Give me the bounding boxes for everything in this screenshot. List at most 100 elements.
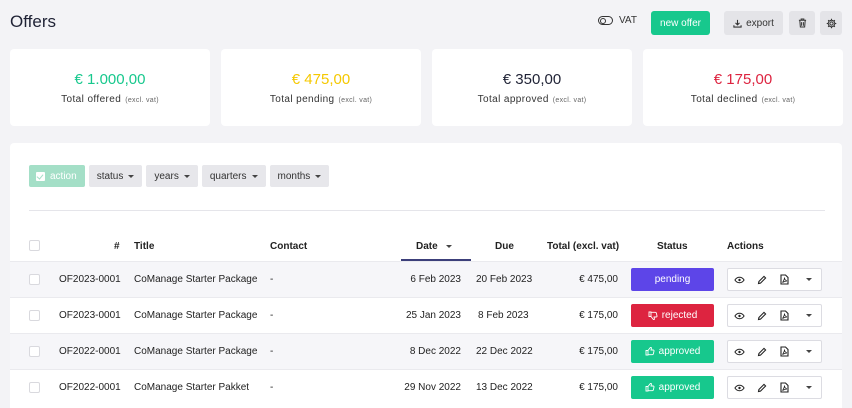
eye-icon xyxy=(733,384,745,392)
years-filter-label: years xyxy=(154,170,179,182)
status-label: approved xyxy=(658,382,701,393)
offer-due: 8 Feb 2023 xyxy=(478,310,529,321)
view-button[interactable] xyxy=(727,376,751,399)
row-checkbox[interactable] xyxy=(29,274,40,285)
trash-icon xyxy=(798,18,807,28)
total-offered-card: € 1.000,00 Total offered (excl. vat) xyxy=(10,49,210,126)
total-approved-card: € 350,00 Total approved (excl. vat) xyxy=(432,49,632,126)
years-filter-dropdown[interactable]: years xyxy=(146,165,198,187)
pdf-file-icon xyxy=(780,346,789,357)
card-label: Total offered (excl. vat) xyxy=(10,94,210,105)
pencil-icon xyxy=(757,275,767,285)
offer-number[interactable]: OF2023-0001 xyxy=(59,274,121,285)
card-value: € 475,00 xyxy=(291,71,351,88)
action-filter-button[interactable]: action xyxy=(29,165,85,187)
offer-total: € 175,00 xyxy=(579,346,618,357)
vat-label: VAT xyxy=(619,15,637,26)
column-number[interactable]: # xyxy=(114,241,120,252)
export-button[interactable]: export xyxy=(724,11,783,35)
status-badge[interactable]: pending xyxy=(631,268,714,291)
edit-button[interactable] xyxy=(750,304,774,327)
pdf-file-icon xyxy=(780,310,789,321)
select-all-checkbox[interactable] xyxy=(29,240,40,251)
offer-number[interactable]: OF2023-0001 xyxy=(59,310,121,321)
edit-button[interactable] xyxy=(750,268,774,291)
settings-button[interactable] xyxy=(820,11,842,35)
delete-button[interactable] xyxy=(789,11,815,35)
table-row[interactable]: OF2022-0001 CoManage Starter Pakket - 29… xyxy=(10,369,842,405)
quarters-filter-label: quarters xyxy=(209,170,247,182)
page-header: Offers VAT new offer export xyxy=(0,0,852,46)
card-label: Total pending (excl. vat) xyxy=(221,94,421,105)
table-row[interactable]: OF2022-0001 CoManage Starter Package - 8… xyxy=(10,333,842,369)
download-icon xyxy=(733,19,742,28)
row-checkbox[interactable] xyxy=(29,346,40,357)
offer-date: 29 Nov 2022 xyxy=(404,382,461,393)
offer-title[interactable]: CoManage Starter Package xyxy=(134,346,257,357)
edit-button[interactable] xyxy=(750,340,774,363)
more-actions-dropdown[interactable] xyxy=(796,376,822,399)
status-badge[interactable]: approved xyxy=(631,376,714,399)
thumbs-down-icon xyxy=(648,311,658,320)
more-actions-dropdown[interactable] xyxy=(796,268,822,291)
pdf-button[interactable] xyxy=(773,304,797,327)
card-label-text: Total pending xyxy=(269,94,335,105)
quarters-filter-dropdown[interactable]: quarters xyxy=(201,165,266,187)
card-label: Total approved (excl. vat) xyxy=(432,94,632,105)
gear-icon xyxy=(826,18,837,29)
column-date[interactable]: Date xyxy=(416,241,452,252)
row-checkbox[interactable] xyxy=(29,310,40,321)
column-title[interactable]: Title xyxy=(134,241,154,252)
status-label: pending xyxy=(654,274,691,285)
thumbs-up-icon xyxy=(645,347,655,356)
column-status[interactable]: Status xyxy=(657,241,688,252)
column-contact[interactable]: Contact xyxy=(270,241,307,252)
more-actions-dropdown[interactable] xyxy=(796,304,822,327)
view-button[interactable] xyxy=(727,268,751,291)
status-filter-dropdown[interactable]: status xyxy=(88,165,143,187)
card-label-note: (excl. vat) xyxy=(125,97,159,104)
status-badge[interactable]: rejected xyxy=(631,304,714,327)
offer-number[interactable]: OF2022-0001 xyxy=(59,382,121,393)
status-label: approved xyxy=(658,346,701,357)
view-button[interactable] xyxy=(727,340,751,363)
pencil-icon xyxy=(757,383,767,393)
caret-down-icon xyxy=(805,278,812,281)
offer-title[interactable]: CoManage Starter Pakket xyxy=(134,382,249,393)
view-button[interactable] xyxy=(727,304,751,327)
divider xyxy=(29,210,825,211)
new-offer-button[interactable]: new offer xyxy=(651,11,710,35)
column-total[interactable]: Total (excl. vat) xyxy=(547,241,619,252)
more-actions-dropdown[interactable] xyxy=(796,340,822,363)
table-row[interactable]: OF2023-0001 CoManage Starter Package - 6… xyxy=(10,261,842,297)
caret-down-icon xyxy=(128,174,135,178)
pdf-button[interactable] xyxy=(773,268,797,291)
vat-toggle[interactable]: VAT xyxy=(598,15,637,26)
offer-title[interactable]: CoManage Starter Package xyxy=(134,310,257,321)
offer-date: 8 Dec 2022 xyxy=(409,346,461,357)
offer-title[interactable]: CoManage Starter Package xyxy=(134,274,257,285)
status-badge[interactable]: approved xyxy=(631,340,714,363)
caret-down-icon xyxy=(805,350,812,353)
table-header: # Title Contact Date Due Total (excl. va… xyxy=(10,235,842,261)
card-label-note: (excl. vat) xyxy=(552,97,587,104)
row-checkbox[interactable] xyxy=(29,382,40,393)
offer-due: 22 Dec 2022 xyxy=(476,346,533,357)
pdf-button[interactable] xyxy=(773,340,797,363)
filter-bar: action status years quarters months xyxy=(29,165,330,187)
table-row[interactable]: OF2023-0001 CoManage Starter Package - 2… xyxy=(10,297,842,333)
status-filter-label: status xyxy=(96,170,124,182)
toggle-icon[interactable] xyxy=(598,16,613,25)
action-label: action xyxy=(50,170,77,182)
column-due[interactable]: Due xyxy=(495,241,514,252)
edit-button[interactable] xyxy=(750,376,774,399)
export-label: export xyxy=(746,17,774,29)
pdf-button[interactable] xyxy=(773,376,797,399)
page-title: Offers xyxy=(10,12,56,31)
total-declined-card: € 175,00 Total declined (excl. vat) xyxy=(643,49,843,126)
offer-number[interactable]: OF2022-0001 xyxy=(59,346,121,357)
offer-contact: - xyxy=(270,346,274,357)
column-actions: Actions xyxy=(727,241,764,252)
months-filter-dropdown[interactable]: months xyxy=(269,165,330,187)
offer-total: € 175,00 xyxy=(579,382,618,393)
